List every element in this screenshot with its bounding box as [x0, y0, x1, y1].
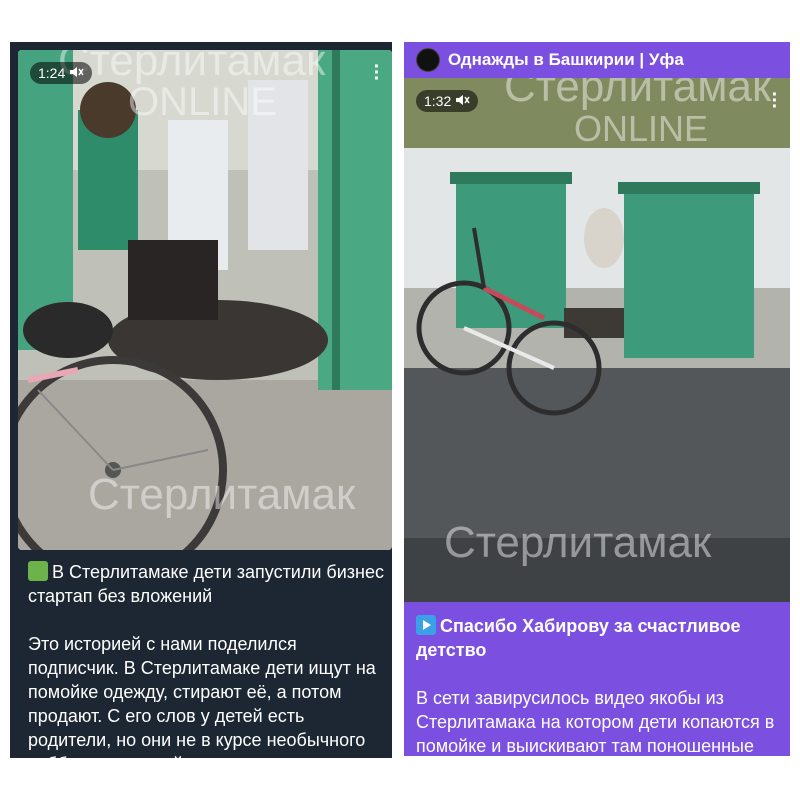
watermark-bottom: Стерлитамак: [444, 518, 712, 567]
channel-header[interactable]: Однажды в Башкирии | Уфа: [404, 42, 790, 78]
left-post-text: В Стерлитамаке дети запустили бизнес ста…: [28, 560, 388, 758]
mute-icon[interactable]: [456, 93, 470, 109]
watermark-mid: ONLINE: [128, 80, 277, 124]
right-post-text: Спасибо Хабирову за счастливое детство В…: [416, 614, 782, 756]
video-time: 1:32: [424, 93, 452, 109]
watermark-bottom: Стерлитамак: [88, 470, 356, 519]
right-video[interactable]: Стерлитамак ONLINE Стерлитамак 1:32 · · ·: [404, 78, 790, 602]
channel-title[interactable]: Однажды в Башкирии | Уфа: [448, 50, 684, 70]
right-headline: Спасибо Хабирову за счастливое детство: [416, 614, 782, 662]
video-time: 1:24: [38, 65, 66, 81]
watermark-mid: ONLINE: [574, 108, 709, 149]
right-post: Однажды в Башкирии | Уфа Стерлитамак ONL…: [404, 42, 790, 756]
channel-avatar[interactable]: [416, 48, 440, 72]
left-headline: В Стерлитамаке дети запустили бизнес ста…: [28, 560, 388, 608]
frog-emoji: [28, 561, 48, 581]
kebab-menu-icon[interactable]: · · ·: [372, 57, 382, 89]
mute-icon[interactable]: [70, 65, 84, 81]
left-headline-text: В Стерлитамаке дети запустили бизнес ста…: [28, 562, 384, 606]
left-video[interactable]: Стерлитамак ONLINE Стерлитамак 1:24 · · ·: [18, 50, 392, 550]
right-body: В сети завирусилось видео якобы из Стерл…: [416, 688, 775, 756]
play-button-emoji: [416, 615, 436, 635]
left-body: Это историей с нами поделился подписчик.…: [28, 634, 376, 758]
video-time-badge: 1:24: [30, 62, 93, 84]
video-time-badge: 1:32: [416, 90, 479, 112]
kebab-menu-icon[interactable]: · · ·: [770, 85, 780, 117]
left-post: Стерлитамак ONLINE Стерлитамак 1:24 · · · …: [10, 42, 392, 758]
right-headline-text: Спасибо Хабирову за счастливое детство: [416, 616, 741, 660]
watermark-top: Стерлитамак: [504, 78, 772, 111]
